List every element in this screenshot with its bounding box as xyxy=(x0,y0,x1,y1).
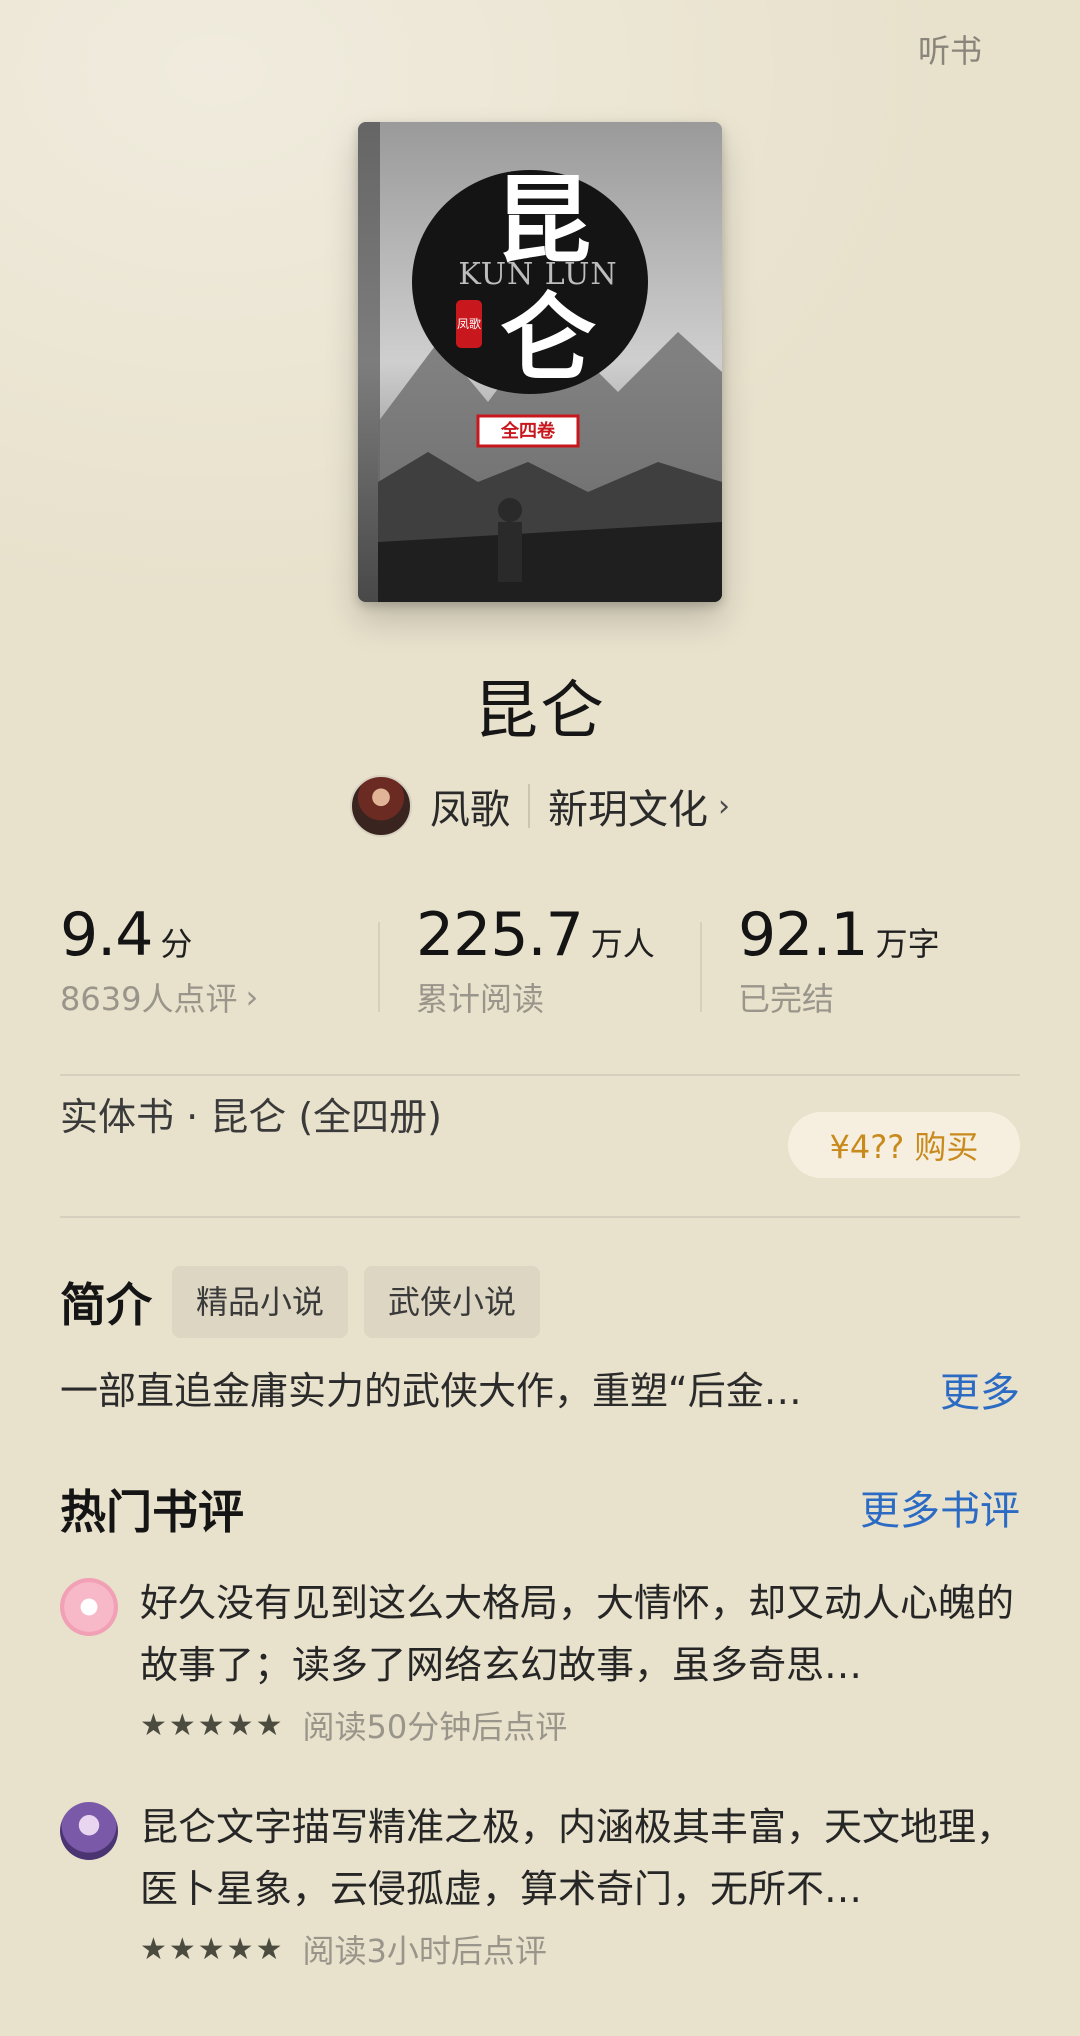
intro-heading: 简介 xyxy=(60,1278,152,1332)
chevron-right-icon: › xyxy=(245,978,259,1016)
reviews-heading: 热门书评 xyxy=(60,1485,244,1539)
review-text: 昆仑文字描写精准之极，内涵极其丰富，天文地理，医卜星象，云侵孤虚，算术奇门，无所… xyxy=(140,1805,1015,1911)
words-stat: 92.1 万字 已完结 xyxy=(738,900,940,1020)
listen-button[interactable]: 听书 xyxy=(918,26,982,72)
book-title: 昆仑 xyxy=(474,675,606,749)
review-meta: 阅读50分钟后点评 xyxy=(302,1708,568,1746)
chevron-right-icon: › xyxy=(718,788,730,824)
intro-text[interactable]: 一部直追金庸实力的武侠大作，重塑“后金… xyxy=(60,1360,880,1415)
divider xyxy=(378,922,380,1012)
book-cover[interactable]: 昆 KUN LUN 仑 凤歌 全四卷 xyxy=(358,122,722,602)
rating-unit: 分 xyxy=(160,925,193,963)
author-avatar[interactable] xyxy=(350,775,412,837)
buy-button[interactable]: ¥4?? 购买 xyxy=(788,1112,1020,1178)
reviewer-avatar[interactable] xyxy=(60,1802,118,1860)
tag-chip[interactable]: 精品小说 xyxy=(172,1266,349,1338)
review-item[interactable]: 昆仑文字描写精准之极，内涵极其丰富，天文地理，医卜星象，云侵孤虚，算术奇门，无所… xyxy=(60,1796,1020,1970)
divider xyxy=(60,1074,1020,1076)
stats-row: 9.4 分 8639人点评 › 225.7 万人 累计阅读 92.1 万字 已完结 xyxy=(60,900,1020,1030)
reviewer-avatar[interactable] xyxy=(60,1578,118,1636)
publisher-name: 新玥文化 xyxy=(548,787,708,833)
intro-header: 简介 精品小说 武侠小说 xyxy=(60,1266,541,1338)
cover-title-char-2: 仑 xyxy=(500,282,596,395)
words-status: 已完结 xyxy=(738,980,835,1018)
review-item[interactable]: 好久没有见到这么大格局，大情怀，却又动人心魄的故事了；读多了网络玄幻故事，虽多奇… xyxy=(60,1572,1020,1746)
star-rating-icon: ★★★★★ xyxy=(140,1707,285,1743)
divider xyxy=(60,1216,1020,1218)
divider xyxy=(528,784,530,828)
words-value: 92.1 xyxy=(738,900,869,970)
readers-stat: 225.7 万人 累计阅读 xyxy=(416,900,655,1020)
star-rating-icon: ★★★★★ xyxy=(140,1931,285,1967)
author-row[interactable]: 凤歌 新玥文化 › xyxy=(0,775,1080,837)
readers-label: 累计阅读 xyxy=(416,980,545,1018)
words-unit: 万字 xyxy=(875,925,940,963)
more-reviews-link[interactable]: 更多书评 xyxy=(860,1478,1020,1536)
physical-book-label[interactable]: 实体书 · 昆仑 (全四册) xyxy=(60,1086,442,1141)
author-name[interactable]: 凤歌 xyxy=(430,777,510,835)
rating-value: 9.4 xyxy=(60,900,153,970)
publisher-link[interactable]: 新玥文化 › xyxy=(548,777,730,835)
readers-unit: 万人 xyxy=(590,925,655,963)
review-text: 好久没有见到这么大格局，大情怀，却又动人心魄的故事了；读多了网络玄幻故事，虽多奇… xyxy=(140,1581,1015,1687)
rating-stat[interactable]: 9.4 分 8639人点评 › xyxy=(60,900,258,1020)
divider xyxy=(700,922,702,1012)
intro-more-link[interactable]: 更多 xyxy=(940,1360,1020,1418)
review-meta: 阅读3小时后点评 xyxy=(302,1932,547,1970)
readers-value: 225.7 xyxy=(416,900,584,970)
cover-seal: 凤歌 xyxy=(457,316,481,331)
rating-count: 8639人点评 xyxy=(60,980,238,1018)
tag-chip[interactable]: 武侠小说 xyxy=(364,1266,541,1338)
cover-volume-badge: 全四卷 xyxy=(500,420,556,442)
